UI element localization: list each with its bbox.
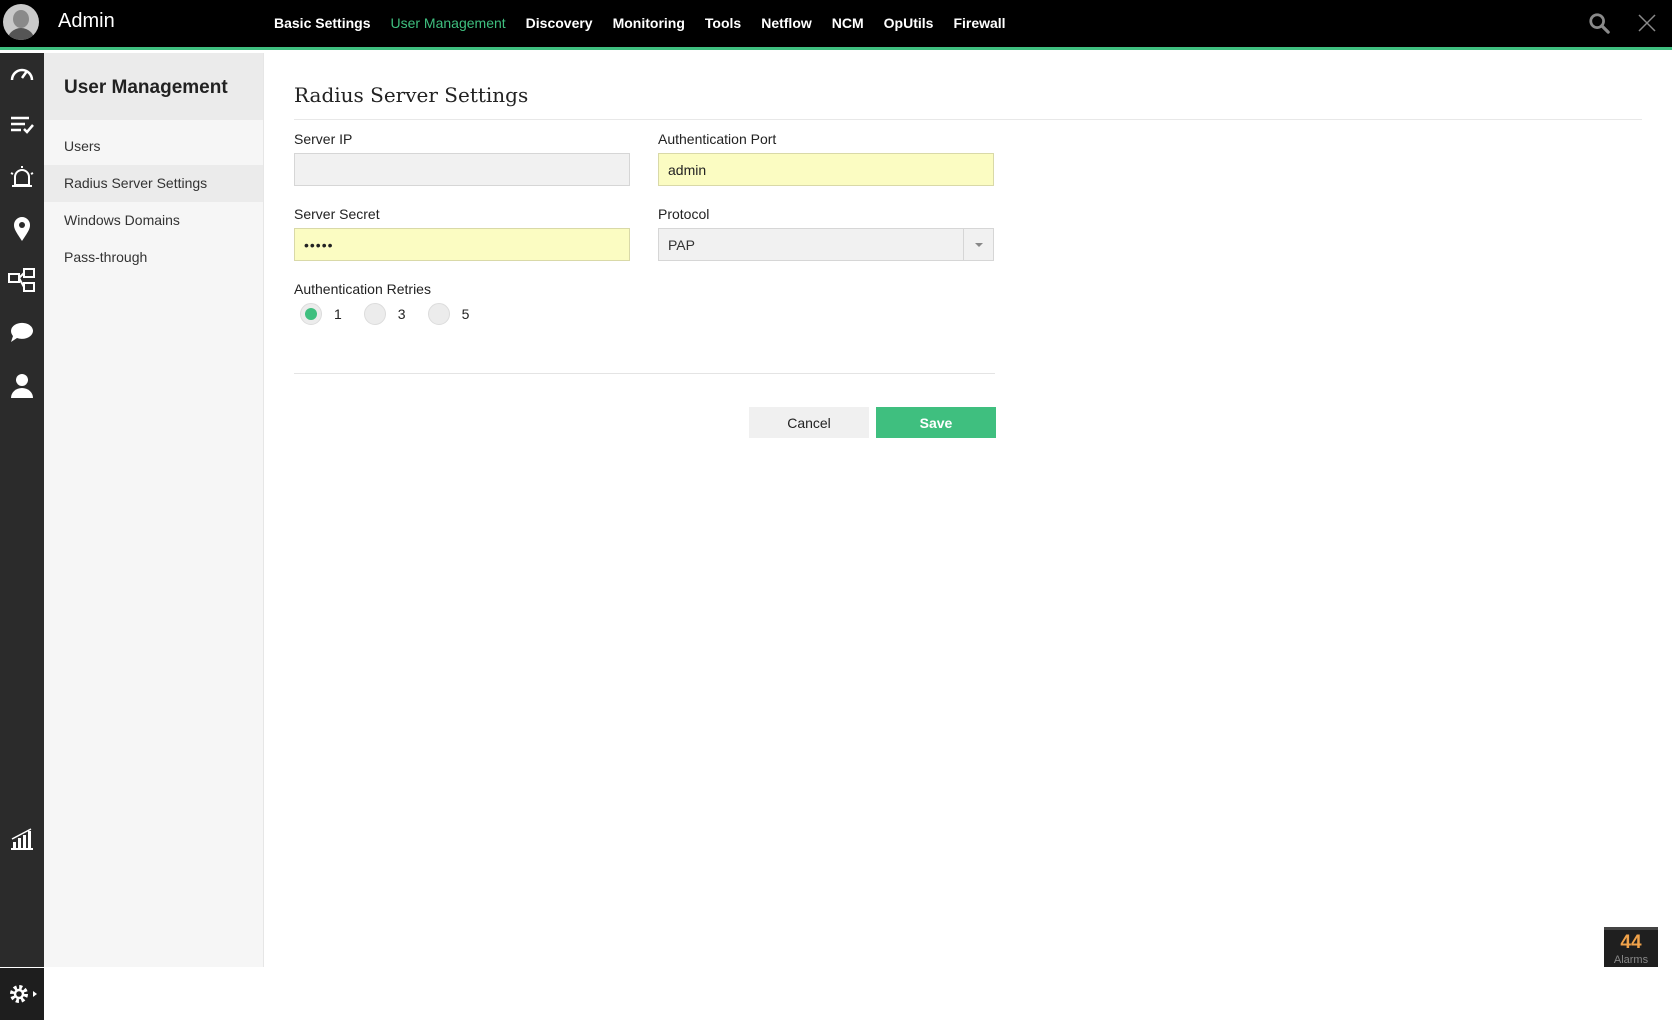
section-sidebar: User Management Users Radius Server Sett…: [44, 53, 264, 967]
protocol-value: PAP: [668, 236, 695, 253]
alarm-badge[interactable]: 44 Alarms: [1604, 927, 1658, 967]
sidebar-item-windows-domains[interactable]: Windows Domains: [44, 202, 263, 239]
avatar-body: [7, 28, 35, 40]
user-avatar[interactable]: [3, 4, 39, 40]
retries-option-label: 1: [334, 306, 342, 322]
nav-user-management[interactable]: User Management: [390, 15, 505, 31]
nav-oputils[interactable]: OpUtils: [884, 15, 934, 31]
nav-firewall[interactable]: Firewall: [953, 15, 1005, 31]
reports-icon[interactable]: [6, 823, 38, 855]
inventory-icon[interactable]: [6, 109, 38, 141]
nav-basic-settings[interactable]: Basic Settings: [274, 15, 370, 31]
main-content: Radius Server Settings Server IP Authent…: [264, 53, 1672, 967]
title-divider: [294, 119, 1642, 120]
sidebar-item-pass-through[interactable]: Pass-through: [44, 239, 263, 276]
retries-radio-3[interactable]: [363, 303, 386, 325]
main-nav: Basic Settings User Management Discovery…: [274, 0, 1026, 46]
server-ip-input[interactable]: [294, 153, 630, 186]
top-bar: Admin Basic Settings User Management Dis…: [0, 0, 1672, 50]
nav-ncm[interactable]: NCM: [832, 15, 864, 31]
auth-port-input[interactable]: admin: [658, 153, 994, 186]
protocol-select[interactable]: PAP: [658, 228, 994, 261]
close-icon[interactable]: [1638, 14, 1656, 32]
alarm-icon[interactable]: [6, 161, 38, 193]
server-secret-label: Server Secret: [294, 206, 380, 222]
nav-tools[interactable]: Tools: [705, 15, 741, 31]
auth-retries-label: Authentication Retries: [294, 281, 431, 297]
server-secret-input[interactable]: •••••: [294, 228, 630, 261]
retries-option-label: 5: [461, 306, 470, 322]
chevron-down-icon[interactable]: [963, 229, 993, 260]
settings-icon[interactable]: [0, 968, 44, 1020]
sidebar-item-users[interactable]: Users: [44, 128, 263, 165]
auth-retries-radio-group: 1 3 5: [294, 303, 485, 325]
workflow-icon[interactable]: [6, 265, 38, 297]
retries-radio-5[interactable]: [427, 303, 450, 325]
chat-icon[interactable]: [6, 317, 38, 349]
retries-option-label: 3: [397, 306, 406, 322]
server-ip-label: Server IP: [294, 131, 353, 147]
auth-port-label: Authentication Port: [658, 131, 777, 147]
cancel-button[interactable]: Cancel: [749, 407, 869, 438]
app-title: Admin: [58, 10, 115, 32]
avatar-head: [13, 10, 29, 28]
alarm-count: 44: [1620, 932, 1642, 953]
map-icon[interactable]: [6, 213, 38, 245]
nav-netflow[interactable]: Netflow: [761, 15, 812, 31]
sidebar-item-radius-server-settings[interactable]: Radius Server Settings: [44, 165, 263, 202]
save-button[interactable]: Save: [876, 407, 996, 438]
nav-discovery[interactable]: Discovery: [526, 15, 593, 31]
dashboard-icon[interactable]: [6, 57, 38, 89]
sidebar-title: User Management: [44, 53, 263, 120]
form-divider: [294, 373, 995, 374]
nav-monitoring[interactable]: Monitoring: [613, 15, 685, 31]
alarm-label: Alarms: [1613, 954, 1649, 966]
protocol-label: Protocol: [658, 206, 710, 222]
server-secret-value: •••••: [304, 236, 334, 253]
page-title: Radius Server Settings: [294, 83, 529, 107]
sidebar-list: Users Radius Server Settings Windows Dom…: [44, 120, 263, 276]
user-icon[interactable]: [6, 369, 38, 401]
retries-radio-1[interactable]: [300, 303, 322, 325]
search-icon[interactable]: [1588, 12, 1610, 34]
radio-selected-dot: [305, 308, 317, 320]
icon-rail: [0, 53, 44, 1020]
